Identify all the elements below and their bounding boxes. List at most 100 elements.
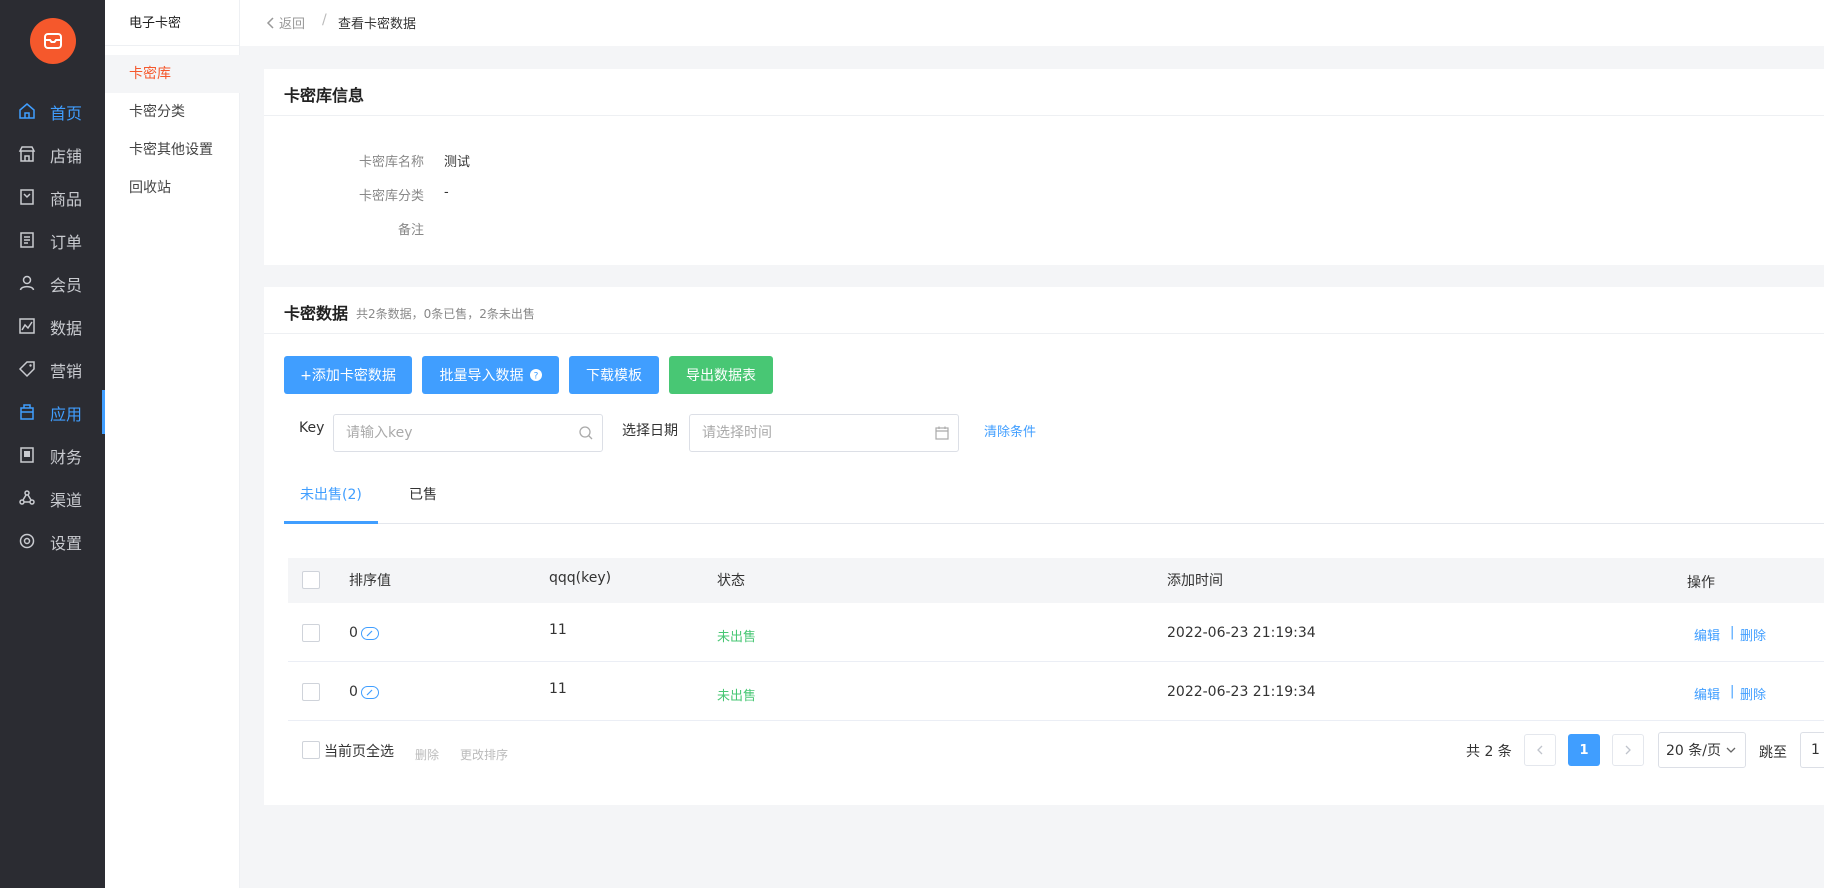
back-link[interactable]: 返回 bbox=[266, 13, 305, 32]
tag-icon bbox=[18, 361, 35, 378]
info-card: 卡密库信息 卡密库名称 测试 卡密库分类 - 备注 bbox=[264, 69, 1824, 265]
gear-icon bbox=[19, 533, 35, 549]
home-icon bbox=[19, 103, 35, 119]
nav-item-goods[interactable]: 商品 bbox=[0, 175, 105, 219]
calendar-icon bbox=[935, 426, 949, 440]
action-separator: | bbox=[1730, 625, 1735, 640]
finance-icon bbox=[20, 447, 34, 463]
nav-item-label: 订单 bbox=[50, 233, 83, 252]
batch-import-button[interactable]: 批量导入数据 ? bbox=[422, 356, 559, 394]
nav-item-order[interactable]: 订单 bbox=[0, 218, 105, 262]
nav-item-label: 应用 bbox=[50, 405, 83, 424]
subnav-item-card-settings[interactable]: 卡密其他设置 bbox=[105, 131, 240, 169]
added-time: 2022-06-23 21:19:34 bbox=[1167, 625, 1316, 641]
nav-item-label: 会员 bbox=[50, 276, 83, 295]
jump-page-input[interactable]: 1 bbox=[1800, 732, 1824, 768]
nav-item-marketing[interactable]: 营销 bbox=[0, 347, 105, 391]
add-card-data-button[interactable]: +添加卡密数据 bbox=[284, 356, 412, 394]
download-template-button[interactable]: 下载模板 bbox=[569, 356, 659, 394]
key-search-input[interactable]: 请输入key bbox=[333, 414, 603, 452]
field-label-remark: 备注 bbox=[397, 223, 424, 238]
field-value-name: 测试 bbox=[444, 155, 471, 170]
nav-item-settings[interactable]: 设置 bbox=[0, 519, 105, 563]
sort-value: 0 bbox=[349, 684, 358, 700]
column-header-status: 状态 bbox=[717, 573, 745, 589]
page-size-value: 20 条/页 bbox=[1666, 743, 1721, 759]
back-label: 返回 bbox=[279, 17, 306, 32]
nav-item-apps[interactable]: 应用 bbox=[0, 390, 105, 434]
chart-icon bbox=[19, 318, 35, 334]
nav-item-label: 首页 bbox=[50, 104, 83, 123]
date-input-placeholder: 请选择时间 bbox=[702, 425, 772, 441]
divider bbox=[105, 45, 240, 46]
nav-item-label: 渠道 bbox=[50, 491, 83, 510]
page-select-all-checkbox[interactable] bbox=[302, 741, 320, 759]
subnav-title: 电子卡密 bbox=[129, 16, 182, 31]
button-label: 导出数据表 bbox=[686, 368, 756, 384]
key-value: 11 bbox=[549, 681, 567, 697]
export-data-button[interactable]: 导出数据表 bbox=[669, 356, 773, 394]
date-filter-label: 选择日期 bbox=[622, 423, 678, 439]
channel-icon bbox=[19, 490, 35, 505]
subnav-item-recycle-bin[interactable]: 回收站 bbox=[105, 169, 240, 207]
batch-delete-button[interactable]: 删除 bbox=[415, 746, 439, 763]
table-row: 0 11 未出售 2022-06-23 21:19:34 编辑 | 删除 bbox=[288, 603, 1824, 662]
nav-item-finance[interactable]: 财务 bbox=[0, 433, 105, 477]
card-title: 卡密数据 bbox=[284, 304, 349, 323]
field-label-name: 卡密库名称 bbox=[358, 155, 424, 170]
edit-link[interactable]: 编辑 bbox=[1694, 684, 1720, 703]
nav-item-channel[interactable]: 渠道 bbox=[0, 476, 105, 520]
pagination-total: 共 2 条 bbox=[1466, 744, 1512, 760]
subnav-item-card-category[interactable]: 卡密分类 bbox=[105, 93, 240, 131]
card-header: 卡密数据 共2条数据，0条已售，2条未出售 bbox=[264, 287, 1824, 334]
select-all-checkbox[interactable] bbox=[302, 571, 320, 589]
prev-page-button[interactable] bbox=[1524, 734, 1556, 766]
jump-page-value: 1 bbox=[1811, 742, 1820, 758]
key-value: 11 bbox=[549, 622, 567, 638]
row-checkbox[interactable] bbox=[302, 683, 320, 701]
nav-item-data[interactable]: 数据 bbox=[0, 304, 105, 348]
edit-sort-icon[interactable] bbox=[361, 627, 379, 640]
nav-item-member[interactable]: 会员 bbox=[0, 261, 105, 305]
edit-link[interactable]: 编辑 bbox=[1694, 625, 1720, 644]
page-number-current[interactable]: 1 bbox=[1568, 734, 1600, 766]
nav-item-label: 设置 bbox=[50, 534, 83, 553]
card-title: 卡密库信息 bbox=[284, 86, 365, 105]
jump-label: 跳至 bbox=[1759, 745, 1787, 761]
change-sort-button[interactable]: 更改排序 bbox=[460, 746, 508, 763]
nav-item-label: 商品 bbox=[50, 190, 83, 209]
column-header-actions: 操作 bbox=[1687, 575, 1715, 591]
key-input-placeholder: 请输入key bbox=[346, 425, 413, 441]
next-page-button[interactable] bbox=[1612, 734, 1644, 766]
chevron-right-icon bbox=[1625, 745, 1631, 755]
user-icon bbox=[19, 275, 35, 291]
subnav-item-card-library[interactable]: 卡密库 bbox=[105, 55, 240, 93]
edit-sort-icon[interactable] bbox=[361, 686, 379, 699]
added-time: 2022-06-23 21:19:34 bbox=[1167, 684, 1316, 700]
delete-link[interactable]: 删除 bbox=[1740, 625, 1766, 644]
field-label-category: 卡密库分类 bbox=[358, 189, 424, 204]
row-checkbox[interactable] bbox=[302, 624, 320, 642]
nav-item-home[interactable]: 首页 bbox=[0, 89, 105, 133]
help-icon: ? bbox=[529, 369, 542, 381]
nav-item-label: 财务 bbox=[50, 448, 83, 467]
tab-unsold[interactable]: 未出售(2) bbox=[300, 484, 362, 504]
delete-link[interactable]: 删除 bbox=[1740, 684, 1766, 703]
card-header: 卡密库信息 bbox=[264, 69, 1824, 116]
sort-value: 0 bbox=[349, 625, 358, 641]
page-select-all-label[interactable]: 当前页全选 bbox=[324, 741, 394, 761]
page-size-select[interactable]: 20 条/页 bbox=[1658, 732, 1746, 768]
chevron-down-icon bbox=[1726, 747, 1736, 753]
store-icon bbox=[18, 146, 36, 162]
search-icon bbox=[579, 426, 593, 440]
nav-item-store[interactable]: 店铺 bbox=[0, 132, 105, 176]
tab-sold[interactable]: 已售 bbox=[409, 484, 437, 504]
date-picker-input[interactable]: 请选择时间 bbox=[689, 414, 959, 452]
table-row: 0 11 未出售 2022-06-23 21:19:34 编辑 | 删除 bbox=[288, 662, 1824, 721]
button-label: 批量导入数据 bbox=[439, 368, 524, 384]
button-label: 下载模板 bbox=[586, 368, 642, 384]
logo[interactable] bbox=[30, 18, 76, 64]
clear-filters-link[interactable]: 清除条件 bbox=[984, 421, 1036, 440]
key-filter-label: Key bbox=[299, 420, 325, 436]
chevron-left-icon bbox=[266, 16, 274, 29]
